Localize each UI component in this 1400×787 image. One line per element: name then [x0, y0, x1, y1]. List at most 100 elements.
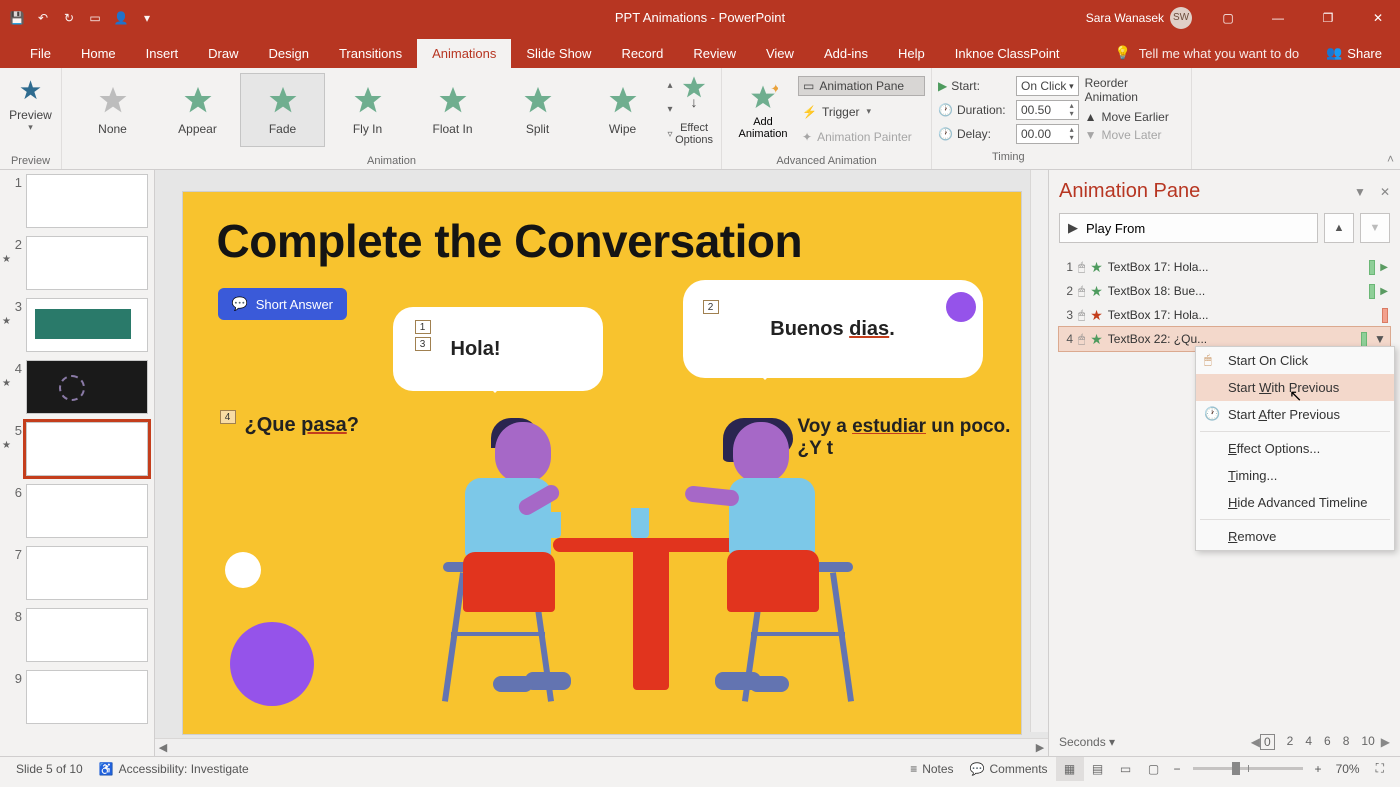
trigger-button[interactable]: ⚡Trigger▾ — [798, 103, 925, 121]
effect-options-button[interactable]: ↓ Effect Options — [675, 73, 713, 147]
anim-effect-none[interactable]: None — [70, 73, 155, 147]
ribbon-display-icon[interactable]: ▢ — [1206, 0, 1250, 35]
move-earlier-button[interactable]: ▲Move Earlier — [1085, 110, 1179, 124]
ctx-start-with-previous[interactable]: Start With Previous — [1196, 374, 1394, 401]
close-icon[interactable]: ✕ — [1356, 0, 1400, 35]
anim-effect-wipe[interactable]: Wipe — [580, 73, 665, 147]
restore-icon[interactable]: ❐ — [1306, 0, 1350, 35]
start-select[interactable]: On Click▾ — [1016, 76, 1079, 96]
speech-bubble-2[interactable]: Buenos dias. — [683, 280, 983, 378]
reorder-up-button[interactable]: ▲ — [1324, 213, 1354, 243]
tab-draw[interactable]: Draw — [193, 39, 253, 68]
save-icon[interactable]: 💾 — [8, 9, 26, 27]
tab-insert[interactable]: Insert — [131, 39, 194, 68]
view-slideshow-icon[interactable]: ▢ — [1140, 757, 1168, 781]
view-sorter-icon[interactable]: ▤ — [1084, 757, 1112, 781]
ctx-timing[interactable]: Timing... — [1196, 462, 1394, 489]
tab-view[interactable]: View — [751, 39, 809, 68]
view-normal-icon[interactable]: ▦ — [1056, 757, 1084, 781]
scrollbar-horizontal[interactable]: ◀ ▶ — [155, 738, 1048, 756]
tab-file[interactable]: File — [15, 39, 66, 68]
ctx-effect-options[interactable]: Effect Options... — [1196, 435, 1394, 462]
tab-animations[interactable]: Animations — [417, 39, 511, 68]
anim-tag-4[interactable]: 4 — [220, 410, 236, 424]
minimize-icon[interactable]: — — [1256, 0, 1300, 35]
status-accessibility[interactable]: ♿ Accessibility: Investigate — [91, 757, 257, 780]
redo-icon[interactable]: ↻ — [60, 9, 78, 27]
anim-tag-2[interactable]: 2 — [703, 300, 719, 314]
anim-effect-float-in[interactable]: Float In — [410, 73, 495, 147]
tab-review[interactable]: Review — [678, 39, 751, 68]
bubble2-post: . — [889, 318, 895, 340]
preview-button[interactable]: ★ Preview ▾ — [9, 71, 52, 133]
tab-record[interactable]: Record — [606, 39, 678, 68]
que-post: ? — [347, 414, 359, 436]
ctx-start-after-previous[interactable]: 🕐Start After Previous — [1196, 401, 1394, 428]
animation-gallery-more[interactable]: ▴▾▿ — [667, 73, 673, 147]
animation-painter-button[interactable]: ✦Animation Painter — [798, 128, 925, 146]
slide-thumbnails[interactable]: 1 2★ 3★ 4★ 5★ 6 7 8 9 — [0, 170, 155, 756]
undo-icon[interactable]: ↶ — [34, 9, 52, 27]
tab-transitions[interactable]: Transitions — [324, 39, 417, 68]
zoom-in-icon[interactable]: + — [1309, 762, 1328, 776]
slide-title[interactable]: Complete the Conversation — [217, 214, 803, 268]
scroll-right-icon[interactable]: ▶ — [1032, 741, 1048, 754]
text-que-pasa[interactable]: ¿Que pasa? — [245, 414, 359, 437]
pane-close-icon[interactable]: ✕ — [1380, 185, 1390, 199]
reorder-down-button[interactable]: ▼ — [1360, 213, 1390, 243]
play-from-button[interactable]: ▶ Play From — [1059, 213, 1318, 243]
tab-help[interactable]: Help — [883, 39, 940, 68]
svg-text:✦: ✦ — [771, 83, 779, 96]
anim-effect-fly-in[interactable]: Fly In — [325, 73, 410, 147]
qat-more-icon[interactable]: ▾ — [138, 9, 156, 27]
touch-icon[interactable]: 👤 — [112, 9, 130, 27]
anim-tag-3[interactable]: 3 — [415, 337, 431, 351]
scrollbar-vertical[interactable] — [1030, 170, 1048, 732]
move-later-button[interactable]: ▼Move Later — [1085, 128, 1179, 142]
user-name[interactable]: Sara Wanasek — [1086, 11, 1164, 25]
duration-input[interactable]: 00.50▴▾ — [1016, 100, 1079, 120]
delay-input[interactable]: 00.00▴▾ — [1016, 124, 1079, 144]
tab-slideshow[interactable]: Slide Show — [511, 39, 606, 68]
tab-classpoint[interactable]: Inknoe ClassPoint — [940, 39, 1075, 68]
slide-canvas[interactable]: Complete the Conversation 💬 Short Answer… — [183, 192, 1021, 734]
ctx-start-on-click[interactable]: 🖱Start On Click — [1196, 347, 1394, 374]
anim-list-row[interactable]: 1🖱★TextBox 17: Hola...▶ — [1059, 255, 1390, 279]
anim-effect-fade[interactable]: Fade — [240, 73, 325, 147]
status-notes[interactable]: ≡Notes — [902, 757, 961, 780]
move-earlier-label: Move Earlier — [1101, 110, 1168, 124]
pane-dropdown-icon[interactable]: ▼ — [1354, 185, 1366, 199]
avatar[interactable]: SW — [1170, 7, 1192, 29]
fit-window-icon[interactable]: ⛶ — [1368, 757, 1392, 780]
timeline-left-icon[interactable]: ◀ — [1251, 735, 1260, 749]
share-button[interactable]: 👥 Share — [1326, 45, 1382, 68]
animation-pane-button[interactable]: ▭Animation Pane — [798, 76, 925, 96]
illustration[interactable] — [443, 422, 863, 722]
scroll-left-icon[interactable]: ◀ — [155, 741, 171, 754]
tab-design[interactable]: Design — [254, 39, 324, 68]
anim-effect-appear[interactable]: Appear — [155, 73, 240, 147]
status-slide[interactable]: Slide 5 of 10 — [8, 757, 91, 780]
anim-effect-split[interactable]: Split — [495, 73, 580, 147]
anim-list-row[interactable]: 3🖱★TextBox 17: Hola... — [1059, 303, 1390, 327]
view-reading-icon[interactable]: ▭ — [1112, 757, 1140, 781]
tab-addins[interactable]: Add-ins — [809, 39, 883, 68]
purple-circle-small[interactable] — [946, 292, 976, 322]
add-animation-button[interactable]: ✦ Add Animation — [728, 71, 798, 151]
anim-list-row[interactable]: 2🖱★TextBox 18: Bue...▶ — [1059, 279, 1390, 303]
white-circle[interactable] — [225, 552, 261, 588]
from-beginning-icon[interactable]: ▭ — [86, 9, 104, 27]
zoom-slider[interactable] — [1193, 767, 1303, 770]
zoom-level[interactable]: 70% — [1328, 757, 1368, 780]
ctx-hide-timeline[interactable]: Hide Advanced Timeline — [1196, 489, 1394, 516]
tab-home[interactable]: Home — [66, 39, 131, 68]
purple-circle-large[interactable] — [230, 622, 314, 706]
collapse-ribbon-icon[interactable]: ˄ — [1387, 152, 1394, 166]
short-answer-button[interactable]: 💬 Short Answer — [218, 288, 348, 320]
anim-tag-1[interactable]: 1 — [415, 320, 431, 334]
zoom-out-icon[interactable]: − — [1168, 762, 1187, 776]
tell-me[interactable]: 💡 Tell me what you want to do — [1115, 45, 1300, 68]
status-comments[interactable]: 💬Comments — [962, 757, 1056, 780]
timeline-right-icon[interactable]: ▶ — [1381, 735, 1390, 749]
ctx-remove[interactable]: Remove — [1196, 523, 1394, 550]
